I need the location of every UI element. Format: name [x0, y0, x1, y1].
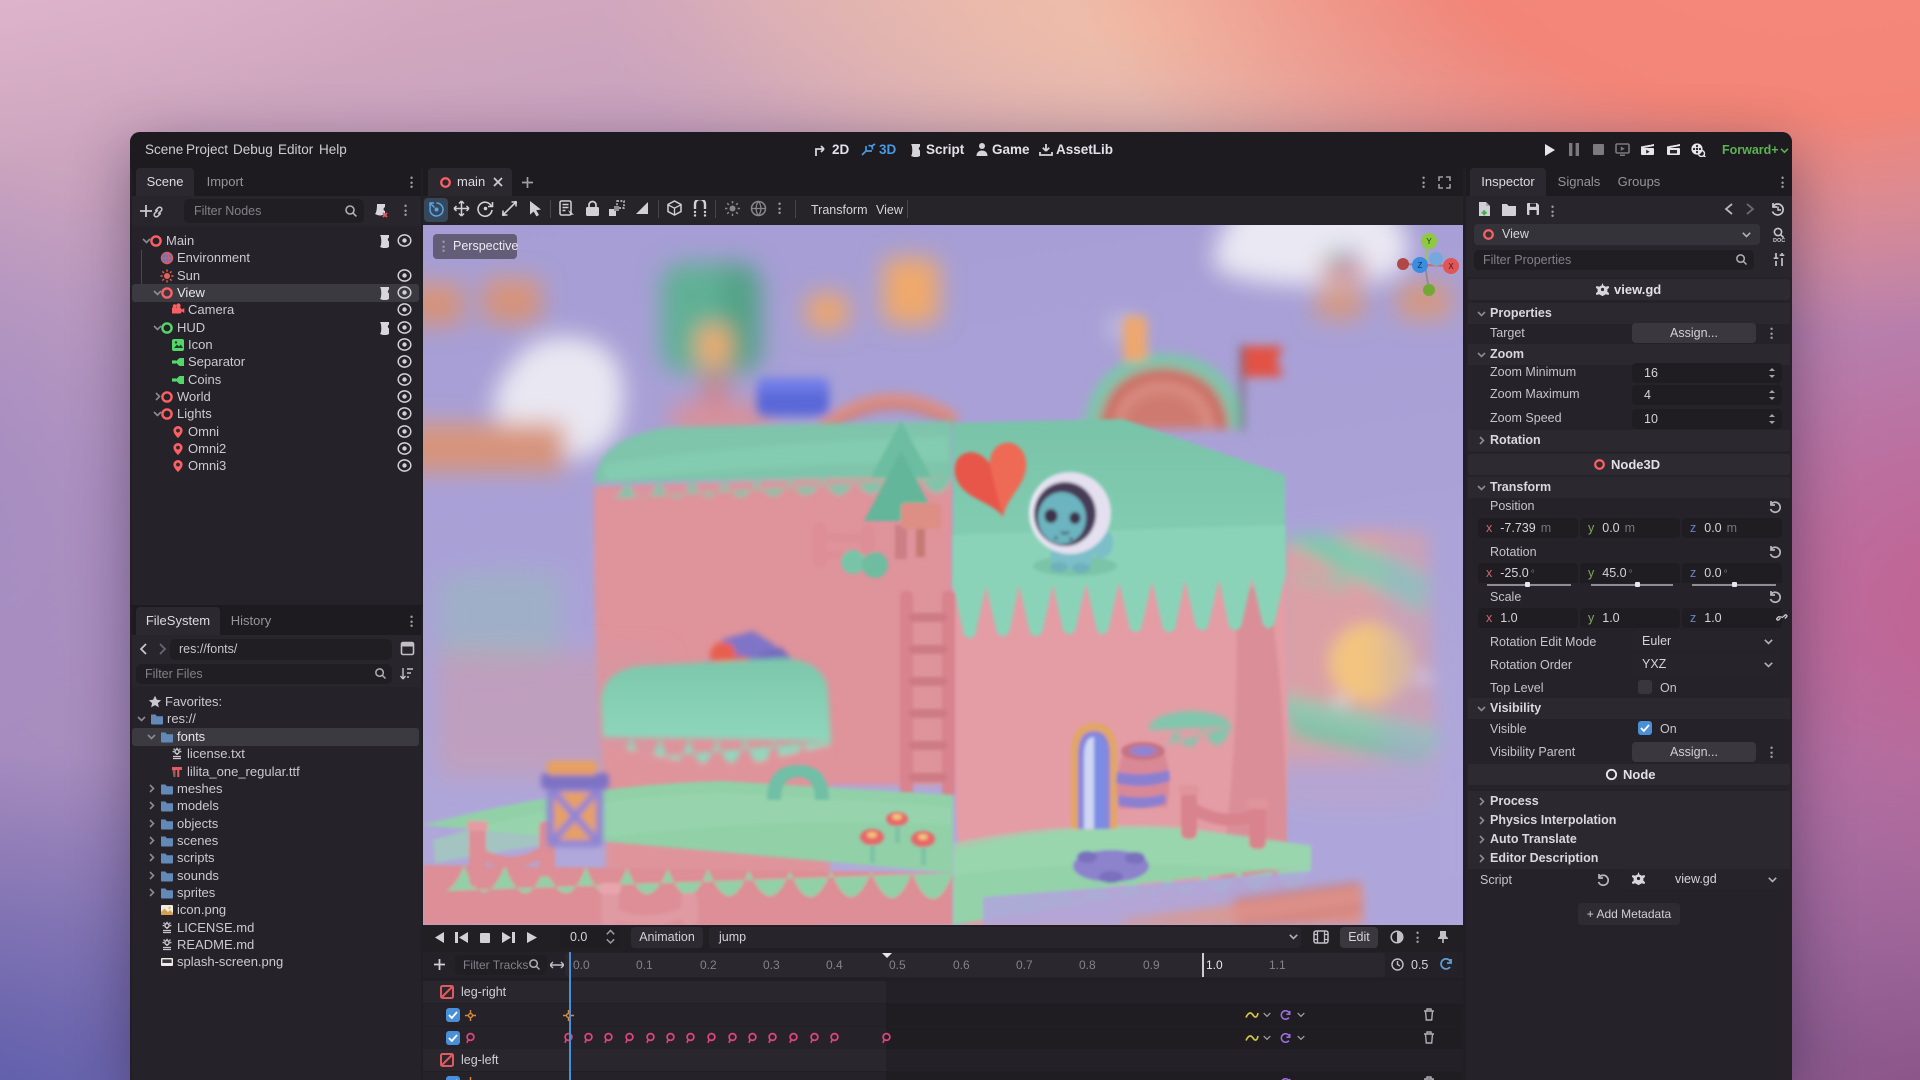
svg-text:DOC: DOC: [1773, 238, 1785, 243]
svg-text:X: X: [1448, 262, 1454, 271]
svg-text:Z: Z: [1418, 261, 1423, 270]
svg-text:Y: Y: [1426, 237, 1432, 246]
